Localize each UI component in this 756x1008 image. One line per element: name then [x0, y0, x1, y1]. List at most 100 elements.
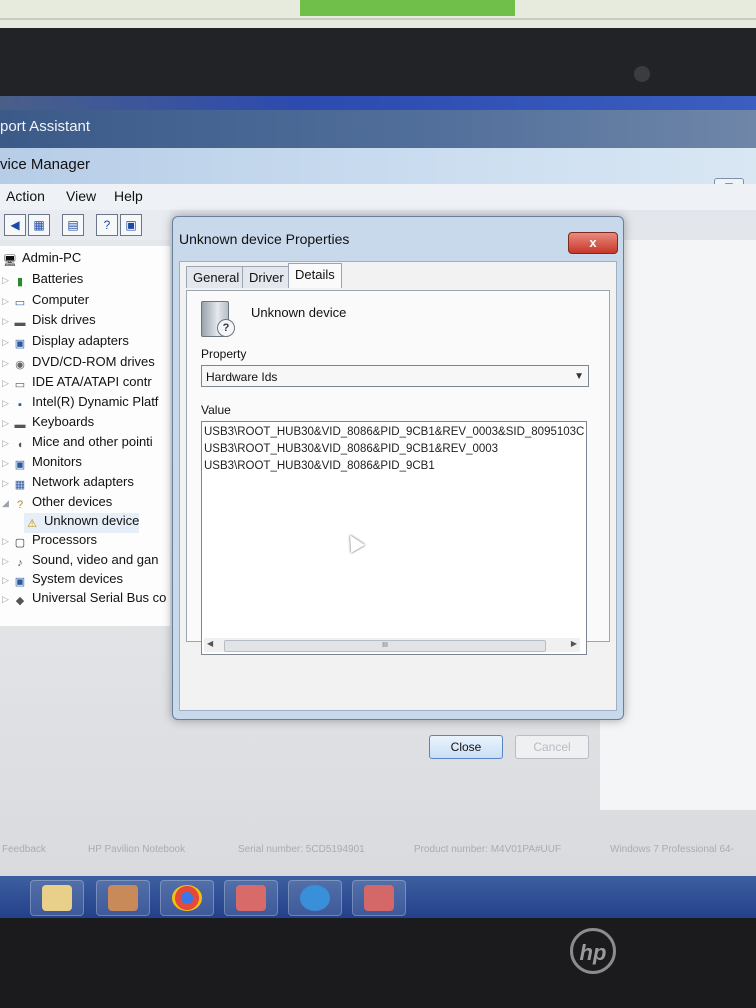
tree-node-mice[interactable]: ▷ ◖ Mice and other pointi — [2, 434, 153, 454]
model-name: HP Pavilion Notebook — [88, 844, 186, 855]
ide-icon: ▭ — [14, 379, 26, 391]
taskbar-app-4[interactable] — [224, 880, 278, 916]
question-mark-icon: ? — [217, 319, 235, 337]
tree-node-label: Keyboards — [32, 414, 95, 429]
expand-arrow-icon[interactable]: ▷ — [2, 275, 12, 286]
collapse-arrow-icon[interactable]: ◢ — [2, 498, 12, 509]
keyboard-icon: ▬ — [14, 419, 26, 431]
horizontal-scrollbar[interactable]: ◀ III ▶ — [204, 638, 580, 652]
expand-arrow-icon[interactable]: ▷ — [2, 296, 12, 307]
disk-icon: ▬ — [14, 317, 26, 329]
tree-node-label: DVD/CD-ROM drives — [32, 354, 155, 369]
expand-arrow-icon[interactable]: ▷ — [2, 575, 12, 586]
expand-arrow-icon[interactable]: ▷ — [2, 536, 12, 547]
chevron-down-icon[interactable]: ▼ — [574, 366, 584, 388]
device-manager-title: vice Manager — [0, 156, 91, 173]
taskbar — [0, 876, 756, 918]
hp-logo: hp — [570, 928, 616, 974]
tree-node-label: Intel(R) Dynamic Platf — [32, 394, 159, 409]
tree-node-ide[interactable]: ▷ ▭ IDE ATA/ATAPI contr — [2, 374, 152, 394]
view-icon[interactable]: ▣ — [120, 214, 142, 236]
tree-node-intel-platform[interactable]: ▷ ▪ Intel(R) Dynamic Platf — [2, 394, 158, 414]
list-item[interactable]: USB3\ROOT_HUB30&VID_8086&PID_9CB1 — [204, 460, 435, 472]
expand-arrow-icon[interactable]: ▷ — [2, 316, 12, 327]
scroll-left-icon[interactable]: ◀ — [207, 639, 213, 648]
tree-node-computer[interactable]: ▷ ▭ Computer — [2, 292, 89, 312]
back-icon[interactable]: ◀ — [4, 214, 26, 236]
tree-node-monitors[interactable]: ▷ ▣ Monitors — [2, 454, 82, 474]
chrome-icon — [172, 885, 202, 911]
list-item[interactable]: USB3\ROOT_HUB30&VID_8086&PID_9CB1&REV_00… — [204, 443, 498, 455]
tree-node-keyboards[interactable]: ▷ ▬ Keyboards — [2, 414, 94, 434]
device-manager-titlebar — [0, 148, 756, 184]
taskbar-app-2[interactable] — [96, 880, 150, 916]
tree-node-other-devices[interactable]: ◢? Other devices — [2, 494, 112, 514]
tree-node-batteries[interactable]: ▷ ▮ Batteries — [2, 271, 83, 291]
tree-node-display-adapters[interactable]: ▷ ▣ Display adapters — [2, 333, 129, 353]
tree-node-root[interactable]: 🖥 Admin-PC — [2, 250, 81, 270]
support-footer: Feedback HP Pavilion Notebook Serial num… — [0, 836, 756, 878]
laptop-bezel-top — [0, 28, 756, 98]
close-button[interactable]: Close — [429, 735, 503, 759]
tree-node-label: Sound, video and gan — [32, 552, 159, 567]
screen: port Assistant vice Manager ▭ Action Vie… — [0, 96, 756, 918]
battery-icon: ▮ — [16, 276, 24, 288]
value-list[interactable]: USB3\ROOT_HUB30&VID_8086&PID_9CB1&REV_00… — [201, 421, 587, 655]
tree-node-network[interactable]: ▷ ▦ Network adapters — [2, 474, 134, 494]
expand-arrow-icon[interactable]: ▷ — [2, 358, 12, 369]
expand-arrow-icon[interactable]: ▷ — [2, 337, 12, 348]
tab-general[interactable]: General — [186, 266, 247, 288]
support-assistant-title: port Assistant — [0, 118, 91, 135]
monitor-icon: ▣ — [14, 459, 26, 471]
expand-arrow-icon[interactable]: ▷ — [2, 478, 12, 489]
property-selected-value: Hardware Ids — [206, 370, 278, 384]
tab-driver[interactable]: Driver — [242, 266, 291, 288]
scrollbar-thumb[interactable]: III — [224, 640, 546, 652]
processor-icon: ▢ — [14, 537, 26, 549]
taskbar-explorer[interactable] — [30, 880, 84, 916]
expand-arrow-icon[interactable]: ▷ — [2, 556, 12, 567]
list-item[interactable]: USB3\ROOT_HUB30&VID_8086&PID_9CB1&REV_00… — [204, 426, 584, 438]
tree-node-usb[interactable]: ▷ ◆ Universal Serial Bus co — [2, 590, 166, 610]
menu-action[interactable]: Action — [6, 188, 45, 204]
menu-view[interactable]: View — [66, 188, 96, 204]
properties-icon[interactable]: ▤ — [62, 214, 84, 236]
tree-node-system-devices[interactable]: ▷ ▣ System devices — [2, 571, 123, 591]
dialog-title: Unknown device Properties — [179, 231, 350, 247]
expand-arrow-icon[interactable]: ▷ — [2, 438, 12, 449]
expand-arrow-icon[interactable]: ▷ — [2, 398, 12, 409]
property-dropdown[interactable]: Hardware Ids ▼ — [201, 365, 589, 387]
tree-node-dvd-drives[interactable]: ▷ ◉ DVD/CD-ROM drives — [2, 354, 155, 374]
menu-help[interactable]: Help — [114, 188, 143, 204]
tree-node-label: Batteries — [32, 271, 84, 286]
close-icon[interactable]: x — [568, 232, 618, 254]
console-tree-icon[interactable]: ▦ — [28, 214, 50, 236]
tree-node-unknown-device[interactable]: ⚠ Unknown device — [24, 513, 140, 533]
dialog-body: General Driver Details ? Unknown device … — [179, 261, 617, 711]
taskbar-app-6[interactable] — [352, 880, 406, 916]
tree-node-label: Computer — [32, 292, 90, 307]
taskbar-chrome[interactable] — [160, 880, 214, 916]
scroll-right-icon[interactable]: ▶ — [571, 639, 577, 648]
chip-icon: ▪ — [18, 399, 22, 411]
tree-node-sound[interactable]: ▷ ♪ Sound, video and gan — [2, 552, 159, 572]
properties-dialog: Unknown device Properties x General Driv… — [172, 216, 624, 759]
tree-node-disk-drives[interactable]: ▷ ▬ Disk drives — [2, 312, 96, 332]
os-version: Windows 7 Professional 64- — [610, 844, 734, 855]
expand-arrow-icon[interactable]: ▷ — [2, 378, 12, 389]
expand-arrow-icon[interactable]: ▷ — [2, 418, 12, 429]
feedback-link[interactable]: Feedback — [2, 844, 46, 855]
property-label: Property — [201, 347, 247, 361]
tab-details[interactable]: Details — [288, 263, 342, 288]
tree-node-processors[interactable]: ▷ ▢ Processors — [2, 532, 97, 552]
tree-node-label: Display adapters — [32, 333, 129, 348]
support-assistant-stripe — [0, 96, 756, 110]
help-icon[interactable]: ? — [96, 214, 118, 236]
webcam — [634, 66, 650, 82]
display-icon: ▣ — [14, 338, 26, 350]
taskbar-support-assistant[interactable] — [288, 880, 342, 916]
expand-arrow-icon[interactable]: ▷ — [2, 594, 12, 605]
product-number: Product number: M4V01PA#UUF — [414, 844, 562, 855]
folder-icon — [42, 885, 72, 911]
expand-arrow-icon[interactable]: ▷ — [2, 458, 12, 469]
